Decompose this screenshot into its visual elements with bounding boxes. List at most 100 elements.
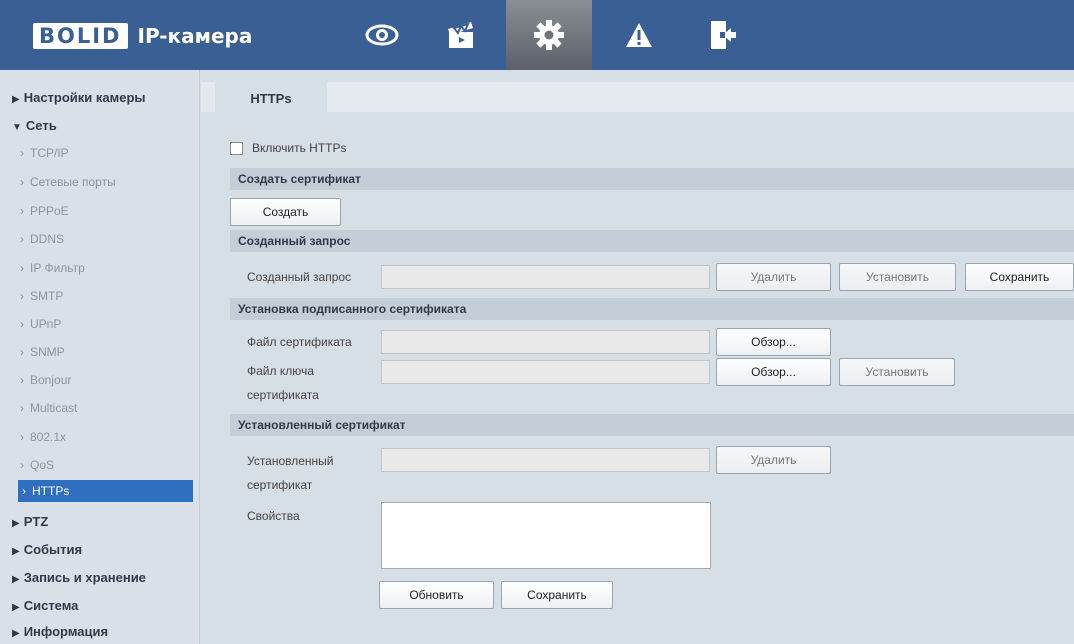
- clapperboard-icon[interactable]: [430, 0, 492, 70]
- chevron-right-icon: ›: [20, 373, 24, 387]
- exit-icon[interactable]: [692, 0, 754, 70]
- sidebar-item-qos[interactable]: › QoS: [0, 451, 200, 479]
- sidebar-item-label: События: [23, 542, 83, 557]
- sidebar-item-label: SNMP: [30, 345, 65, 359]
- created-request-label: Созданный запрос: [247, 270, 352, 284]
- chevron-right-icon: ›: [20, 261, 24, 275]
- triangle-down-icon: ▼: [12, 122, 22, 133]
- sidebar-item-https[interactable]: › HTTPs: [18, 480, 193, 502]
- section-created-request: Созданный запрос: [230, 230, 1074, 252]
- install-signed-button[interactable]: Установить: [839, 358, 955, 386]
- delete-installed-button[interactable]: Удалить: [716, 446, 831, 474]
- gear-icon[interactable]: [506, 0, 592, 70]
- section-installed-certificate: Установленный сертификат: [230, 414, 1074, 436]
- sidebar-item-events[interactable]: ▶ События: [0, 537, 200, 563]
- sidebar-item-network[interactable]: ▼ Сеть: [0, 113, 200, 139]
- sidebar-item-label: PPPoE: [30, 204, 69, 218]
- sidebar-item-label: Bonjour: [30, 373, 72, 387]
- sidebar-item-tcpip[interactable]: › TCP/IP: [0, 139, 200, 167]
- triangle-right-icon: ▶: [12, 546, 20, 557]
- sidebar-item-upnp[interactable]: › UPnP: [0, 310, 200, 338]
- sidebar-item-label: Сетевые порты: [30, 175, 116, 189]
- create-button[interactable]: Создать: [230, 198, 341, 226]
- install-request-button[interactable]: Установить: [839, 263, 956, 291]
- tab-bar: HTTPs: [201, 82, 1074, 115]
- sidebar-item-label: Система: [23, 598, 79, 613]
- save-request-button[interactable]: Сохранить: [965, 263, 1074, 291]
- chevron-right-icon: ›: [20, 317, 24, 331]
- chevron-right-icon: ›: [20, 430, 24, 444]
- chevron-right-icon: ›: [20, 204, 24, 218]
- sidebar-item-smtp[interactable]: › SMTP: [0, 282, 200, 310]
- sidebar-item-8021x[interactable]: › 802.1x: [0, 423, 200, 451]
- sidebar-item-label: TCP/IP: [30, 146, 69, 160]
- logo: BOLID: [33, 23, 128, 49]
- eye-icon[interactable]: [351, 0, 413, 70]
- key-file-label-line2: сертификата: [247, 388, 319, 402]
- save-button[interactable]: Сохранить: [501, 581, 613, 609]
- sidebar-item-ip-filter[interactable]: › IP Фильтр: [0, 254, 200, 282]
- sidebar-item-label: Multicast: [30, 401, 78, 415]
- sidebar-item-label: Сеть: [25, 118, 57, 133]
- sidebar-item-label: Информация: [23, 624, 109, 639]
- section-signed-certificate: Установка подписанного сертификата: [230, 298, 1074, 320]
- sidebar-item-multicast[interactable]: › Multicast: [0, 394, 200, 422]
- sidebar-item-label: IP Фильтр: [30, 261, 85, 275]
- sidebar-item-pppoe[interactable]: › PPPoE: [0, 197, 200, 225]
- cert-file-field[interactable]: [381, 330, 710, 354]
- sidebar: ▶ Настройки камеры ▼ Сеть › TCP/IP › Сетевые…: [0, 70, 200, 644]
- sidebar-item-recording[interactable]: ▶ Запись и хранение: [0, 565, 200, 591]
- browse-cert-button[interactable]: Обзор...: [716, 328, 831, 356]
- sidebar-item-snmp[interactable]: › SNMP: [0, 338, 200, 366]
- sidebar-item-bonjour[interactable]: › Bonjour: [0, 366, 200, 394]
- chevron-right-icon: ›: [20, 146, 24, 160]
- enable-https-label: Включить HTTPs: [252, 141, 347, 155]
- sidebar-item-label: UPnP: [30, 317, 62, 331]
- delete-request-button[interactable]: Удалить: [716, 263, 831, 291]
- sidebar-item-label: PTZ: [23, 514, 49, 529]
- chevron-right-icon: ›: [20, 458, 24, 472]
- installed-label-line1: Установленный: [247, 454, 334, 468]
- key-file-label-line1: Файл ключа: [247, 364, 314, 378]
- warning-icon[interactable]: [608, 0, 670, 70]
- sidebar-item-system[interactable]: ▶ Система: [0, 593, 200, 619]
- installed-label-line2: сертификат: [247, 478, 313, 492]
- chevron-right-icon: ›: [22, 484, 26, 498]
- enable-https-checkbox[interactable]: [230, 142, 243, 155]
- sidebar-item-label: Запись и хранение: [23, 570, 146, 585]
- properties-label: Свойства: [247, 509, 300, 523]
- sidebar-item-information[interactable]: ▶ Информация: [0, 619, 200, 644]
- sidebar-item-camera-settings[interactable]: ▶ Настройки камеры: [0, 85, 200, 111]
- triangle-right-icon: ▶: [12, 518, 20, 529]
- top-bar: BOLID IP-камера: [0, 0, 1074, 70]
- triangle-right-icon: ▶: [12, 628, 20, 639]
- refresh-button[interactable]: Обновить: [379, 581, 494, 609]
- triangle-right-icon: ▶: [12, 602, 20, 613]
- section-create-certificate: Создать сертификат: [230, 168, 1074, 190]
- sidebar-item-label: SMTP: [30, 289, 64, 303]
- tab-https[interactable]: HTTPs: [215, 82, 327, 115]
- chevron-right-icon: ›: [20, 401, 24, 415]
- cert-file-label: Файл сертификата: [247, 335, 352, 349]
- brand: BOLID IP-камера: [33, 22, 252, 50]
- properties-textarea[interactable]: [381, 502, 711, 569]
- main-content: HTTPs Включить HTTPs Создать сертификат …: [201, 70, 1074, 644]
- sidebar-item-label: DDNS: [30, 232, 65, 246]
- chevron-right-icon: ›: [20, 232, 24, 246]
- triangle-right-icon: ▶: [12, 94, 20, 105]
- product-title: IP-камера: [137, 24, 253, 48]
- sidebar-item-ddns[interactable]: › DDNS: [0, 225, 200, 253]
- browse-key-button[interactable]: Обзор...: [716, 358, 831, 386]
- key-file-field[interactable]: [381, 360, 710, 384]
- sidebar-item-ptz[interactable]: ▶ PTZ: [0, 509, 200, 535]
- installed-cert-field[interactable]: [381, 448, 710, 472]
- sidebar-item-label: 802.1x: [30, 430, 67, 444]
- created-request-field[interactable]: [381, 265, 710, 289]
- chevron-right-icon: ›: [20, 345, 24, 359]
- sidebar-item-label: HTTPs: [32, 484, 70, 498]
- chevron-right-icon: ›: [20, 175, 24, 189]
- sidebar-item-network-ports[interactable]: › Сетевые порты: [0, 168, 200, 196]
- triangle-right-icon: ▶: [12, 574, 20, 585]
- sidebar-item-label: QoS: [30, 458, 55, 472]
- chevron-right-icon: ›: [20, 289, 24, 303]
